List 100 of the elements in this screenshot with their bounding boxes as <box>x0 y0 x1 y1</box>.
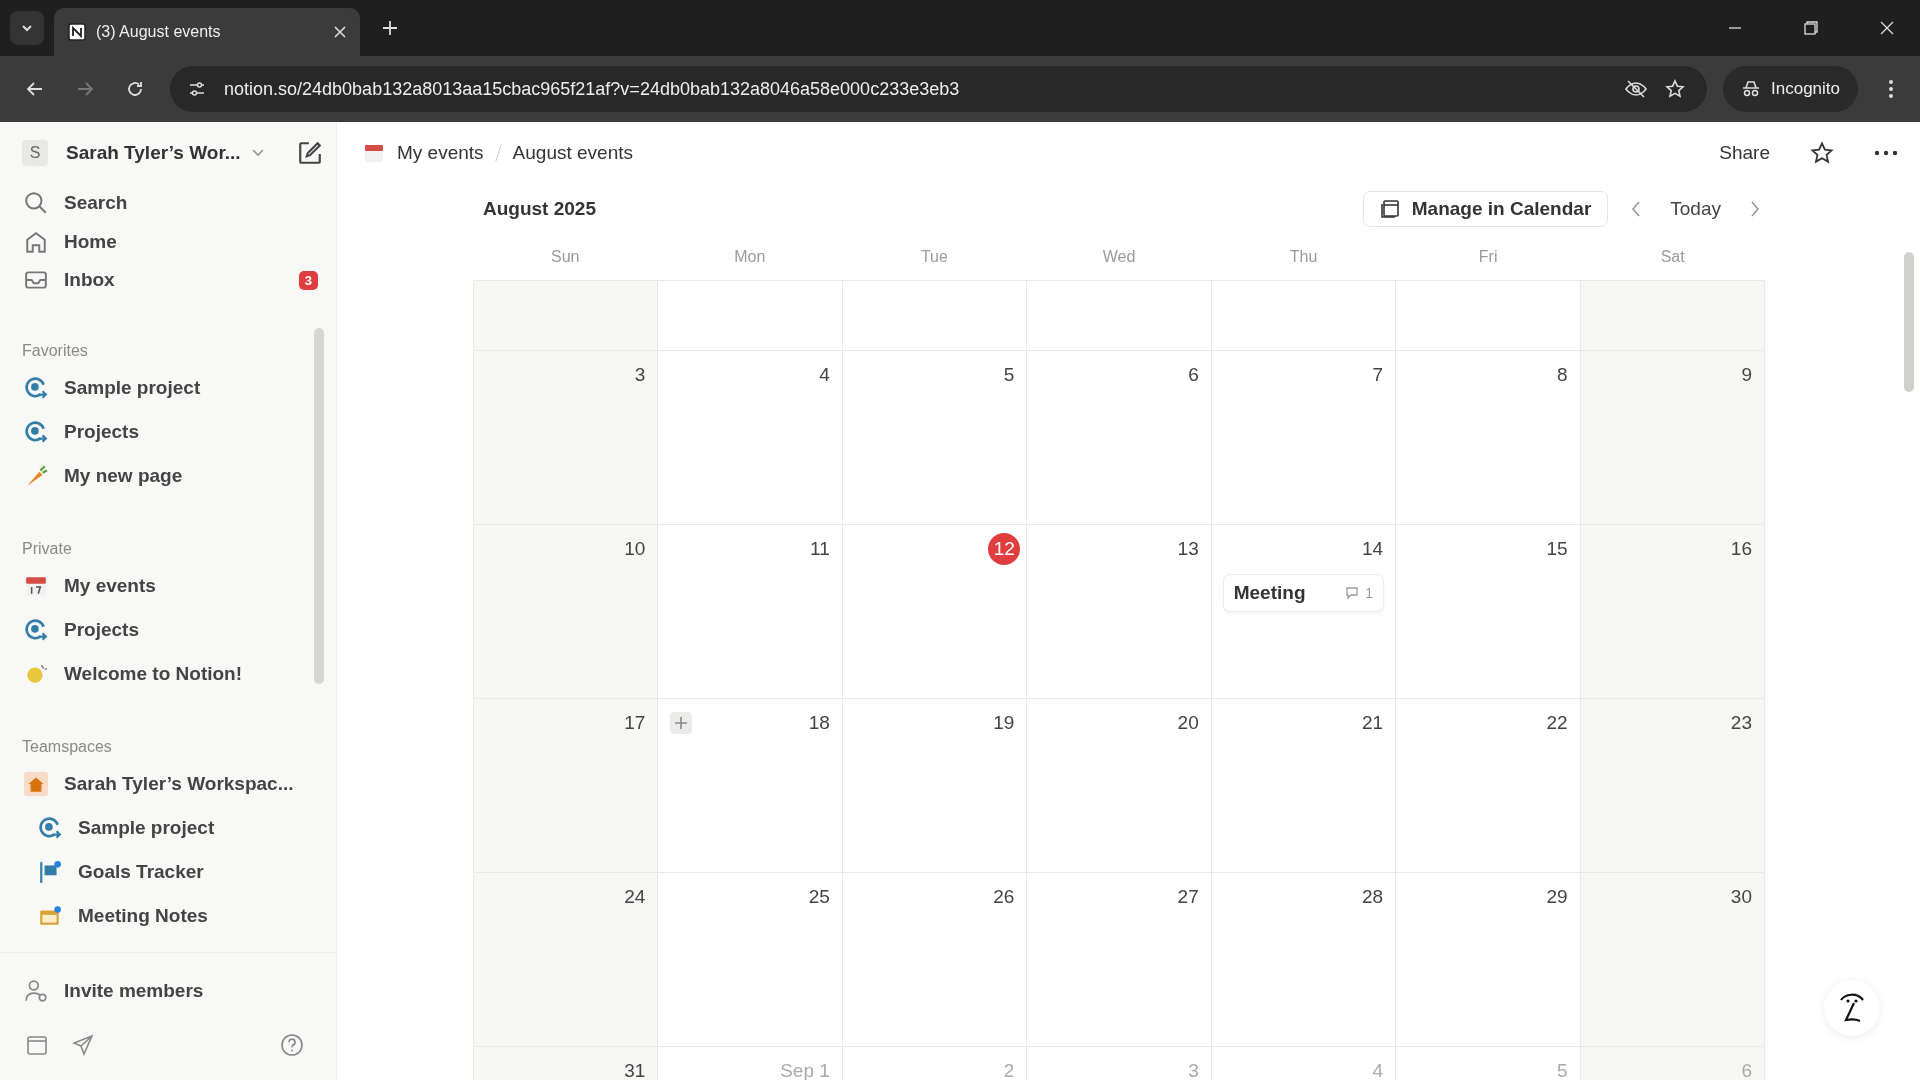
sidebar-item[interactable]: Inbox 3 <box>14 261 328 300</box>
back-arrow-icon[interactable] <box>26 80 44 98</box>
day-cell[interactable]: 30 <box>1580 873 1765 1047</box>
today-button[interactable]: Today <box>1664 197 1727 221</box>
new-tab-icon[interactable] <box>382 20 398 36</box>
day-cell[interactable] <box>474 281 659 351</box>
incognito-button[interactable]: Incognito <box>1723 66 1858 112</box>
day-number: 28 <box>1362 886 1384 908</box>
day-cell[interactable]: 4 <box>658 351 843 525</box>
more-horizontal-icon[interactable] <box>1874 150 1898 156</box>
sidebar-item[interactable]: Projects <box>14 607 308 652</box>
close-icon[interactable] <box>334 26 346 38</box>
day-cell[interactable]: 25 <box>658 873 843 1047</box>
bookmark-star-icon[interactable] <box>1665 79 1685 99</box>
scrollbar[interactable] <box>314 327 324 684</box>
sidebar-item[interactable]: Search <box>14 183 328 223</box>
day-number: 5 <box>1003 364 1015 386</box>
sidebar-item[interactable]: Sarah Tyler’s Workspac... <box>14 761 308 806</box>
day-cell[interactable]: 23 <box>1580 699 1765 873</box>
send-icon[interactable] <box>72 1034 94 1057</box>
day-cell[interactable]: 13 <box>1027 525 1212 699</box>
help-icon[interactable] <box>280 1033 304 1058</box>
day-cell[interactable]: 24 <box>474 873 659 1047</box>
next-month-icon[interactable] <box>1749 200 1761 218</box>
day-number: 2 <box>1003 1060 1015 1080</box>
address-bar[interactable]: notion.so/24db0bab132a8013aa15cbac965f21af?v=24db0bab132a8046a58e000c233e3eb3 <box>170 66 1707 112</box>
day-number: 15 <box>1546 538 1568 560</box>
house-icon <box>24 771 48 796</box>
day-cell[interactable] <box>1027 281 1212 351</box>
day-cell[interactable] <box>842 281 1028 351</box>
favorite-star-icon[interactable] <box>1810 141 1834 165</box>
day-cell[interactable] <box>1211 281 1397 351</box>
target-icon <box>24 419 48 444</box>
day-cell[interactable]: 22 <box>1396 699 1581 873</box>
reload-icon[interactable] <box>126 80 144 98</box>
day-cell[interactable]: 18 <box>658 699 843 873</box>
manage-in-calendar-button[interactable]: Manage in Calendar <box>1362 191 1609 227</box>
restore-icon[interactable] <box>1804 21 1818 35</box>
day-cell[interactable]: 26 <box>842 873 1028 1047</box>
incognito-icon <box>1741 80 1761 98</box>
sidebar-item[interactable]: Projects <box>14 409 308 454</box>
day-cell[interactable] <box>1396 281 1581 351</box>
event-card[interactable]: Meeting 1 <box>1223 575 1384 611</box>
day-cell[interactable]: 7 <box>1211 351 1397 525</box>
day-cell[interactable]: 27 <box>1027 873 1212 1047</box>
scrollbar[interactable] <box>1904 252 1914 392</box>
day-cell[interactable]: 6 <box>1027 351 1212 525</box>
day-cell[interactable]: 9 <box>1580 351 1765 525</box>
sidebar-item[interactable]: Sample project <box>14 805 308 850</box>
day-cell[interactable]: 17 <box>474 699 659 873</box>
sidebar-item[interactable]: Goals Tracker <box>14 849 308 894</box>
section-heading: Teamspaces <box>21 736 113 756</box>
target-icon <box>38 815 62 840</box>
close-icon[interactable] <box>1880 21 1894 35</box>
day-cell[interactable]: 28 <box>1211 873 1397 1047</box>
site-settings-icon[interactable] <box>188 80 206 98</box>
weekday-label: Sat <box>1659 248 1686 266</box>
day-cell[interactable]: 29 <box>1396 873 1581 1047</box>
more-vertical-icon[interactable] <box>1888 79 1894 99</box>
calendar-icon <box>1379 199 1400 219</box>
compose-icon[interactable] <box>296 139 323 166</box>
day-number: 5 <box>1557 1060 1568 1080</box>
day-cell[interactable]: 8 <box>1396 351 1581 525</box>
day-number: 19 <box>993 712 1015 734</box>
forward-arrow-icon[interactable] <box>76 80 94 98</box>
day-cell[interactable]: 5 <box>842 351 1028 525</box>
day-cell[interactable] <box>1580 281 1765 351</box>
day-cell[interactable]: 15 <box>1396 525 1581 699</box>
day-cell[interactable]: 12 <box>842 525 1028 699</box>
breadcrumb-link[interactable]: August events <box>512 142 633 164</box>
sidebar-item[interactable]: My new page <box>14 453 308 498</box>
sidebar-item[interactable]: My events <box>14 563 308 608</box>
day-cell[interactable]: 19 <box>842 699 1028 873</box>
day-cell[interactable]: 11 <box>658 525 843 699</box>
sidebar-item[interactable]: Sample project <box>14 365 308 410</box>
previous-month-icon[interactable] <box>1630 200 1643 218</box>
sidebar-item[interactable]: Welcome to Notion! <box>14 651 308 696</box>
day-cell[interactable] <box>658 281 843 351</box>
day-cell[interactable]: 14 Meeting 1 <box>1211 525 1397 699</box>
breadcrumb-link[interactable]: My events <box>397 142 484 164</box>
workspace-switcher[interactable]: Sarah Tyler’s Wor... <box>66 141 241 164</box>
day-cell[interactable]: 16 <box>1580 525 1765 699</box>
share-button[interactable]: Share <box>1713 141 1776 165</box>
day-cell[interactable]: 10 <box>474 525 659 699</box>
tab-list-button[interactable] <box>10 11 44 45</box>
sidebar-item[interactable]: Meeting Notes <box>14 893 308 938</box>
invite-members-button[interactable]: Invite members <box>0 951 336 1021</box>
month-title: August 2025 <box>482 198 596 220</box>
day-number: 7 <box>1372 364 1384 386</box>
browser-tab[interactable]: (3) August events <box>54 8 360 56</box>
day-cell[interactable]: 20 <box>1027 699 1212 873</box>
sidebar-item[interactable]: Home <box>14 222 328 262</box>
day-cell[interactable]: 3 <box>474 351 659 525</box>
add-icon[interactable] <box>670 712 693 734</box>
chevron-down-icon[interactable] <box>250 147 265 158</box>
eye-slash-icon[interactable] <box>1625 80 1647 98</box>
day-cell[interactable]: 21 <box>1211 699 1397 873</box>
calendar-icon[interactable] <box>26 1034 48 1057</box>
day-cell[interactable]: 31 <box>474 1047 659 1080</box>
day-number: 11 <box>810 538 830 560</box>
